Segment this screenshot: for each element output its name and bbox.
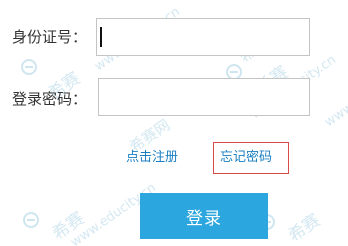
text-caret	[100, 27, 102, 47]
register-link[interactable]: 点击注册	[126, 149, 178, 167]
id-number-label: 身份证号：	[12, 28, 88, 46]
forgot-password-link[interactable]: 忘记密码	[220, 149, 272, 167]
watermark-brand: 希赛	[48, 208, 89, 245]
watermark-brand: 希赛	[284, 210, 325, 246]
password-input[interactable]	[98, 78, 310, 116]
login-button[interactable]: 登录	[140, 193, 268, 239]
watermark-url: www.educity.cn	[322, 60, 348, 131]
password-label: 登录密码：	[12, 90, 88, 108]
watermark-logo-icon	[23, 212, 39, 228]
watermark-logo-icon	[21, 59, 37, 75]
id-number-input[interactable]	[96, 18, 310, 56]
